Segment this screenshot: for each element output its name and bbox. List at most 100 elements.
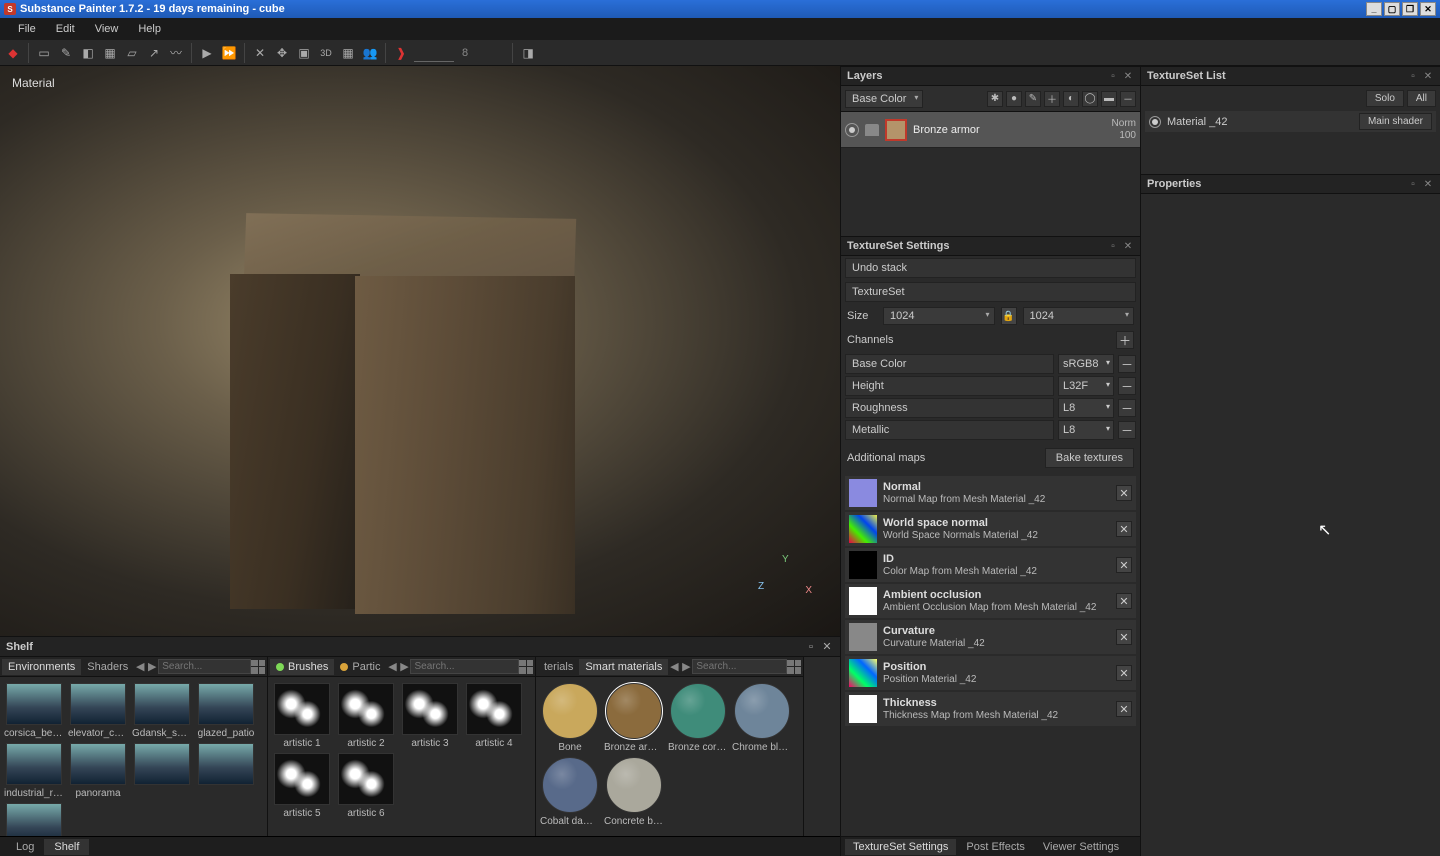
shelf-undock-icon[interactable]: ▫ [804,640,818,654]
shelf-item[interactable]: artistic 1 [272,683,332,749]
shelf-item[interactable]: artistic 4 [464,683,524,749]
grid-icon[interactable] [787,660,801,674]
channel-format-dropdown[interactable]: L32F [1058,376,1114,396]
undock-icon[interactable]: ▫ [1407,70,1419,82]
clear-map-button[interactable]: ✕ [1116,701,1132,717]
prev-icon[interactable]: ◀ [134,660,146,673]
add-mask-icon[interactable]: ◐ [1063,91,1079,107]
close-icon[interactable]: ✕ [1122,240,1134,252]
shelf-item[interactable]: artistic 5 [272,753,332,819]
close-icon[interactable]: ✕ [1422,178,1434,190]
forward-icon[interactable]: ⏩ [220,44,238,62]
clear-map-button[interactable]: ✕ [1116,593,1132,609]
shelf-tab[interactable]: Partic [334,659,386,675]
shelf-tab[interactable]: terials [538,659,579,675]
symmetry-x-icon[interactable]: ✕ [251,44,269,62]
map-row[interactable]: CurvatureCurvature Material _42✕ [845,620,1136,654]
add-channel-button[interactable]: ＋ [1116,331,1134,349]
export-icon[interactable]: ↗ [145,44,163,62]
map-row[interactable]: NormalNormal Map from Mesh Material _42✕ [845,476,1136,510]
last-tool-icon[interactable]: ◨ [519,44,537,62]
next-icon[interactable]: ▶ [146,660,158,673]
map-row[interactable]: ThicknessThickness Map from Mesh Materia… [845,692,1136,726]
next-icon[interactable]: ▶ [398,660,410,673]
shelf-item[interactable]: Bone [540,683,600,753]
remove-channel-button[interactable]: － [1118,377,1136,395]
channel-format-dropdown[interactable]: L8 [1058,398,1114,418]
menu-help[interactable]: Help [128,21,171,37]
shelf-item[interactable]: corsica_beach [4,683,64,739]
smudge-icon[interactable]: 〰 [167,44,185,62]
grid-icon[interactable] [251,660,265,674]
channel-dropdown[interactable]: Base Color [845,90,923,108]
undock-icon[interactable]: ▫ [1107,70,1119,82]
shelf-close-icon[interactable]: ✕ [820,640,834,654]
textureset-item[interactable]: Material _42 Main shader [1145,111,1436,132]
maskpaint-icon[interactable]: ✎ [1025,91,1041,107]
all-button[interactable]: All [1407,90,1436,107]
menu-view[interactable]: View [85,21,129,37]
prev-icon[interactable]: ◀ [668,660,680,673]
layer-row[interactable]: Bronze armor Norm100 [841,112,1140,148]
map-row[interactable]: World space normalWorld Space Normals Ma… [845,512,1136,546]
search-input[interactable] [158,659,251,674]
radio-icon[interactable] [1149,116,1161,128]
search-input[interactable] [692,659,787,674]
undock-icon[interactable]: ▫ [1407,178,1419,190]
tab-log[interactable]: Log [6,839,44,855]
menu-file[interactable]: File [8,21,46,37]
add-layer-icon[interactable]: ＋ [1044,91,1060,107]
poly-fill-icon[interactable]: ▱ [123,44,141,62]
shelf-tab[interactable]: Shaders [81,659,134,675]
clear-map-button[interactable]: ✕ [1116,629,1132,645]
move-icon[interactable]: ✥ [273,44,291,62]
map-row[interactable]: PositionPosition Material _42✕ [845,656,1136,690]
play-icon[interactable]: ▶ [198,44,216,62]
tab-ts-settings[interactable]: TextureSet Settings [845,839,956,855]
new-icon[interactable]: ▭ [35,44,53,62]
delete-layer-icon[interactable]: － [1120,91,1136,107]
add-folder-icon[interactable]: ▬ [1101,91,1117,107]
remove-channel-button[interactable]: － [1118,421,1136,439]
remove-channel-button[interactable]: － [1118,399,1136,417]
warn-icon[interactable]: ❱ [392,44,410,62]
clear-map-button[interactable]: ✕ [1116,665,1132,681]
main-shader-button[interactable]: Main shader [1359,113,1432,130]
next-icon[interactable]: ▶ [680,660,692,673]
search-input[interactable] [410,659,519,674]
remove-channel-button[interactable]: － [1118,355,1136,373]
map-row[interactable]: Ambient occlusionAmbient Occlusion Map f… [845,584,1136,618]
eraser-icon[interactable]: ◧ [79,44,97,62]
clear-map-button[interactable]: ✕ [1116,557,1132,573]
clear-map-button[interactable]: ✕ [1116,485,1132,501]
size-width-dropdown[interactable]: 1024 [883,307,995,325]
shelf-item[interactable]: Concrete bare [604,757,664,827]
tab-post-effects[interactable]: Post Effects [958,839,1033,855]
shelf-item[interactable]: panorama [68,743,128,799]
close-icon[interactable]: ✕ [1122,70,1134,82]
frame-icon[interactable]: ▣ [295,44,313,62]
close-icon[interactable]: ✕ [1422,70,1434,82]
fill-icon[interactable]: ● [1006,91,1022,107]
shelf-tab[interactable]: Smart materials [579,659,668,675]
shelf-item[interactable]: Gdansk_ship... [132,683,192,739]
add-fill-icon[interactable]: ◯ [1082,91,1098,107]
brush-icon[interactable]: ✎ [57,44,75,62]
restore-button[interactable]: ❐ [1402,2,1418,16]
undock-icon[interactable]: ▫ [1107,240,1119,252]
shelf-item[interactable]: artistic 3 [400,683,460,749]
shelf-item[interactable]: Chrome blue... [732,683,792,753]
bake-textures-button[interactable]: Bake textures [1045,448,1134,468]
shelf-item[interactable]: Bronze corro... [668,683,728,753]
visibility-toggle[interactable] [845,123,859,137]
projection-icon[interactable]: ▦ [101,44,119,62]
channel-format-dropdown[interactable]: sRGB8 [1058,354,1114,374]
shelf-item[interactable]: elevator_corr... [68,683,128,739]
viewport-3d[interactable]: Material Y X Z [0,66,840,636]
tab-viewer-settings[interactable]: Viewer Settings [1035,839,1127,855]
shelf-item[interactable] [132,743,192,799]
shelf-item[interactable] [4,803,64,836]
iray-icon[interactable]: 👥 [361,44,379,62]
shelf-item[interactable]: glazed_patio [196,683,256,739]
textureset-row[interactable]: TextureSet [845,282,1136,302]
